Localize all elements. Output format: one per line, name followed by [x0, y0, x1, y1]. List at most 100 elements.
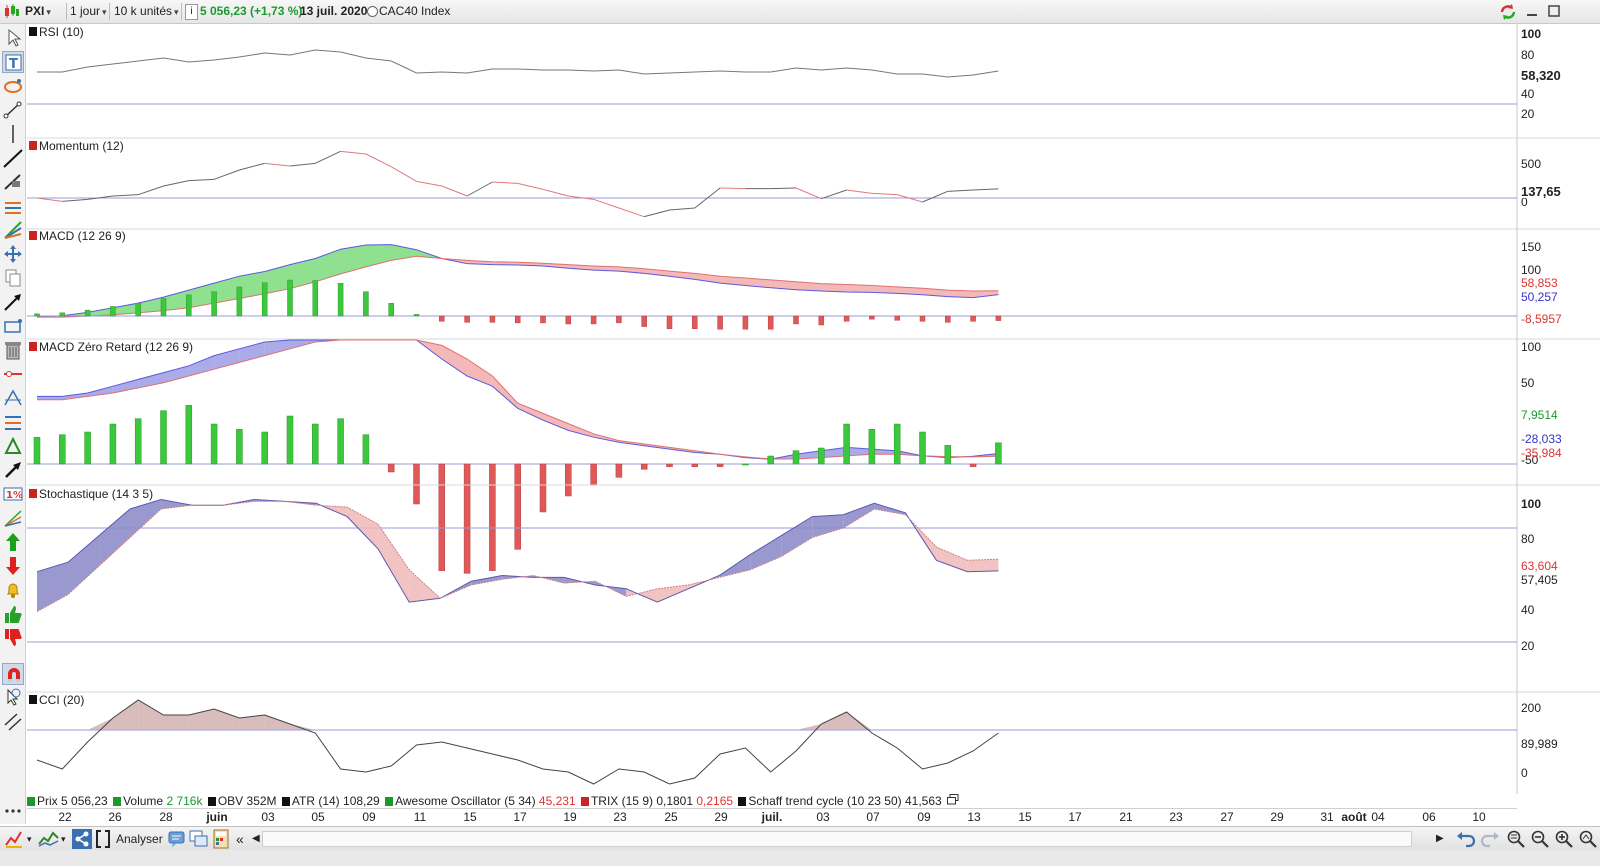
text-tool-icon[interactable]: T — [2, 51, 24, 73]
scroll-left-icon[interactable]: ◀ — [252, 829, 260, 849]
stoch-band — [812, 514, 844, 538]
macdz-band — [441, 345, 468, 376]
date-axis-label: 23 — [1169, 810, 1183, 824]
move-icon[interactable] — [2, 243, 24, 265]
collapse-icon[interactable]: « — [236, 829, 244, 849]
scroll-right-icon[interactable]: ▶ — [1436, 829, 1444, 849]
fibo-retracement-icon[interactable] — [2, 411, 24, 433]
date-axis[interactable]: 22 26 28 juin 03 05 09 11 15 17 19 23 25 29 juil. 03 07 0… — [27, 808, 1517, 826]
index-label[interactable]: CAC40 Index — [379, 0, 450, 23]
sync-icon[interactable] — [1498, 2, 1518, 25]
rsi-line — [37, 49, 999, 78]
black-arrow-icon[interactable] — [2, 459, 24, 481]
percent-tool-icon[interactable]: 1% — [2, 483, 24, 505]
analyze-button[interactable]: Analyser — [116, 829, 163, 849]
legend-item[interactable]: OBV 352M — [207, 794, 277, 808]
cursor-select-icon[interactable] — [2, 687, 24, 709]
thumbs-up-icon[interactable] — [2, 603, 24, 625]
magnet-icon[interactable] — [2, 663, 24, 685]
symbol-select[interactable]: PXI — [25, 0, 51, 23]
macd-histogram-bar — [312, 280, 319, 317]
cci-overbought-fill — [214, 709, 240, 730]
indicator-panels[interactable] — [27, 24, 1600, 826]
momentum-line — [441, 185, 468, 197]
comment-icon[interactable] — [167, 829, 187, 849]
maximize-icon[interactable] — [1546, 2, 1562, 25]
legend-item[interactable]: Prix 5 056,23 — [27, 794, 108, 808]
units-select[interactable]: 10 k unités — [114, 0, 179, 23]
momentum-label[interactable]: Momentum (12) — [29, 139, 124, 153]
alert-bell-icon[interactable] — [2, 579, 24, 601]
legend-window-icon[interactable] — [947, 794, 959, 808]
thumbs-down-icon[interactable] — [2, 627, 24, 649]
rectangle-tool-icon[interactable] — [2, 315, 24, 337]
vertical-line-icon[interactable] — [2, 123, 24, 145]
trendline-icon[interactable] — [2, 147, 24, 169]
calculator-icon[interactable] — [211, 829, 231, 849]
draw-style-dropdown-icon[interactable]: ▾ — [27, 829, 32, 849]
macdz-band — [264, 340, 290, 356]
zoom-fit-icon[interactable] — [1506, 829, 1526, 849]
fan-tool-icon[interactable] — [2, 219, 24, 241]
sell-arrow-icon[interactable] — [2, 555, 24, 577]
macdz-histogram-bar — [615, 463, 623, 478]
redo-icon[interactable] — [1480, 829, 1500, 849]
index-radio-icon[interactable] — [367, 6, 378, 17]
gann-fan-icon[interactable] — [2, 507, 24, 529]
macdz-tick: 50 — [1521, 376, 1535, 390]
triangle-tool-icon[interactable] — [2, 435, 24, 457]
cci-overbought-fill — [87, 718, 113, 730]
channel-tool-icon[interactable] — [2, 195, 24, 217]
segment-tool-icon[interactable] — [2, 99, 24, 121]
trash-icon[interactable] — [2, 339, 24, 361]
macdz-histogram-bar — [413, 463, 420, 505]
stoch-label[interactable]: Stochastique (14 3 5) — [29, 487, 153, 501]
legend-item[interactable]: Awesome Oscillator (5 34) 45,231 — [385, 794, 576, 808]
fibonacci-tool-icon[interactable] — [2, 171, 24, 193]
share-icon[interactable] — [72, 829, 92, 849]
macd-label[interactable]: MACD (12 26 9) — [29, 229, 126, 243]
candlestick-icon[interactable] — [3, 3, 21, 26]
macd-histogram-bar — [616, 315, 622, 324]
indicator-legend: Prix 5 056,23 Volume 2 716k OBV 352M ATR… — [27, 794, 1517, 808]
parallel-lines-icon[interactable] — [2, 711, 24, 733]
cci-label[interactable]: CCI (20) — [29, 693, 84, 707]
date-axis-label: juin — [206, 810, 228, 824]
legend-item[interactable]: Schaff trend cycle (10 23 50) 41,563 — [738, 794, 942, 808]
window-list-icon[interactable] — [189, 829, 209, 849]
info-icon[interactable]: i — [185, 4, 198, 20]
date-axis-label: 19 — [563, 810, 577, 824]
minimize-icon[interactable] — [1524, 2, 1540, 25]
buy-arrow-icon[interactable] — [2, 531, 24, 553]
zoom-out-icon[interactable] — [1530, 829, 1550, 849]
undo-icon[interactable] — [1456, 829, 1476, 849]
legend-item[interactable]: ATR (14) 108,29 — [281, 794, 380, 808]
time-scrollbar[interactable] — [262, 831, 1412, 847]
bracket-icon[interactable] — [95, 829, 111, 849]
macdz-line — [37, 339, 999, 460]
macdz-histogram-bar — [362, 434, 370, 465]
stoch-band — [99, 509, 131, 566]
chart-type-dropdown-icon[interactable]: ▾ — [61, 829, 66, 849]
more-tools-icon[interactable] — [2, 800, 24, 822]
pointer-icon[interactable] — [2, 27, 24, 49]
rsi-label[interactable]: RSI (10) — [29, 25, 84, 39]
legend-item[interactable]: Volume 2 716k — [113, 794, 202, 808]
macdz-histogram-bar — [716, 463, 724, 467]
horizontal-line-icon[interactable] — [2, 363, 24, 385]
zoom-in-icon[interactable] — [1554, 829, 1574, 849]
macdz-histogram-bar — [337, 418, 344, 465]
stoch-tick: 20 — [1521, 639, 1535, 653]
legend-item[interactable]: TRIX (15 9) 0,1801 0,2165 — [580, 794, 733, 808]
macdz-label[interactable]: MACD Zéro Retard (12 26 9) — [29, 340, 193, 354]
pitchfork-icon[interactable] — [2, 387, 24, 409]
ellipse-tool-icon[interactable] — [2, 75, 24, 97]
momentum-line — [365, 153, 392, 168]
period-select[interactable]: 1 jour — [70, 0, 107, 23]
zoom-reset-icon[interactable] — [1578, 829, 1598, 849]
copy-icon[interactable] — [2, 267, 24, 289]
chart-area[interactable] — [27, 24, 1600, 826]
draw-style-icon[interactable] — [4, 829, 24, 849]
chart-type-icon[interactable] — [38, 829, 60, 849]
arrow-tool-icon[interactable] — [2, 291, 24, 313]
